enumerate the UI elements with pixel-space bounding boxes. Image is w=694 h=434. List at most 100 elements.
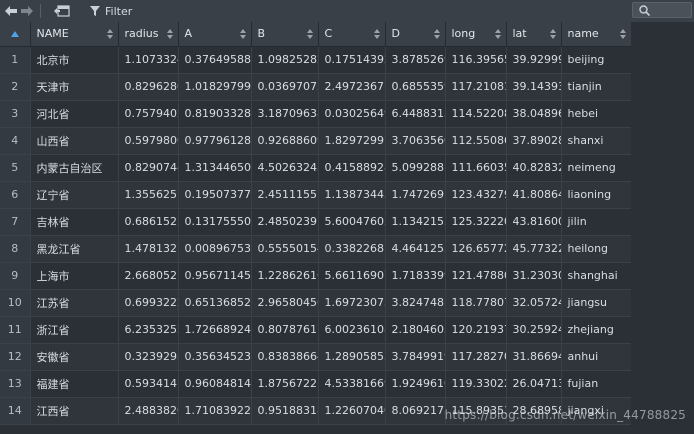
- table-cell[interactable]: 121.47880: [445, 262, 507, 290]
- table-cell[interactable]: 黑龙江省: [30, 235, 119, 263]
- table-cell[interactable]: 31.86694: [506, 343, 562, 371]
- search-box[interactable]: [632, 2, 692, 18]
- table-row[interactable]: 4山西省0.59798000.9779612800.926886091.8297…: [0, 127, 631, 155]
- table-cell[interactable]: 内蒙古自治区: [30, 154, 119, 182]
- table-cell[interactable]: 0.960848145: [178, 370, 252, 398]
- table-cell[interactable]: 1.313446500: [178, 154, 252, 182]
- table-cell[interactable]: 119.33022: [445, 370, 507, 398]
- table-cell[interactable]: 39.14393: [506, 73, 562, 101]
- table-cell[interactable]: 40.82832: [506, 154, 562, 182]
- table-cell[interactable]: beijing: [561, 46, 631, 74]
- table-row[interactable]: 2天津市0.82962801.0182979950.036970732.4972…: [0, 73, 631, 101]
- table-cell[interactable]: 117.21081: [445, 73, 507, 101]
- column-header-3[interactable]: B: [251, 22, 319, 47]
- table-cell[interactable]: jiangxi: [561, 397, 631, 425]
- table-cell[interactable]: 0.6861525: [118, 208, 179, 236]
- table-cell[interactable]: 123.43279: [445, 181, 507, 209]
- table-cell[interactable]: 2.48502391: [251, 208, 319, 236]
- sort-column-corner[interactable]: [0, 22, 31, 47]
- forward-arrow-icon[interactable]: [20, 3, 34, 19]
- table-cell[interactable]: 0.356345230: [178, 343, 252, 371]
- table-cell[interactable]: 0.95188318: [251, 397, 319, 425]
- table-cell[interactable]: 6.00236108: [318, 316, 386, 344]
- column-header-1[interactable]: radius: [118, 22, 179, 47]
- table-cell[interactable]: 0.3239298: [118, 343, 179, 371]
- table-cell[interactable]: 2.1804605: [385, 316, 446, 344]
- table-cell[interactable]: 1.22607040: [318, 397, 386, 425]
- table-cell[interactable]: 45.77322: [506, 235, 562, 263]
- table-cell[interactable]: 3.7063560: [385, 127, 446, 155]
- table-cell[interactable]: 2.6680521: [118, 262, 179, 290]
- table-cell[interactable]: 43.81600: [506, 208, 562, 236]
- table-row[interactable]: 5内蒙古自治区0.82907441.3134465004.502632450.4…: [0, 154, 631, 182]
- table-cell[interactable]: 0.376495888: [178, 46, 252, 74]
- table-cell[interactable]: 38.04896: [506, 100, 562, 128]
- table-cell[interactable]: 1.7472691: [385, 181, 446, 209]
- table-cell[interactable]: 114.52208: [445, 100, 507, 128]
- table-cell[interactable]: 0.83838664: [251, 343, 319, 371]
- table-cell[interactable]: 0.7579402: [118, 100, 179, 128]
- table-cell[interactable]: anhui: [561, 343, 631, 371]
- table-cell[interactable]: 0.5934141: [118, 370, 179, 398]
- table-row[interactable]: 12安徽省0.32392980.3563452300.838386641.289…: [0, 343, 631, 371]
- table-cell[interactable]: 30.25924: [506, 316, 562, 344]
- column-header-0[interactable]: NAME: [30, 22, 119, 47]
- table-cell[interactable]: 1.3556257: [118, 181, 179, 209]
- table-cell[interactable]: 0.819033285: [178, 100, 252, 128]
- table-cell[interactable]: 1.87567221: [251, 370, 319, 398]
- table-cell[interactable]: 0.6855359: [385, 73, 446, 101]
- column-header-6[interactable]: long: [445, 22, 507, 47]
- table-cell[interactable]: 浙江省: [30, 316, 119, 344]
- table-cell[interactable]: 1.726689240: [178, 316, 252, 344]
- table-cell[interactable]: 1.82972997: [318, 127, 386, 155]
- table-cell[interactable]: 41.80864: [506, 181, 562, 209]
- table-cell[interactable]: 126.65772: [445, 235, 507, 263]
- column-header-5[interactable]: D: [385, 22, 446, 47]
- table-cell[interactable]: 37.89028: [506, 127, 562, 155]
- table-cell[interactable]: 5.60047603: [318, 208, 386, 236]
- table-cell[interactable]: 0.80787617: [251, 316, 319, 344]
- table-cell[interactable]: 福建省: [30, 370, 119, 398]
- table-cell[interactable]: 3.18709638: [251, 100, 319, 128]
- table-cell[interactable]: liaoning: [561, 181, 631, 209]
- table-cell[interactable]: 2.4883820: [118, 397, 179, 425]
- table-cell[interactable]: 1.1342155: [385, 208, 446, 236]
- table-cell[interactable]: 1.9249610: [385, 370, 446, 398]
- table-cell[interactable]: 2.49723677: [318, 73, 386, 101]
- table-cell[interactable]: 0.17514392: [318, 46, 386, 74]
- table-row[interactable]: 10江苏省0.69932220.6513685212.965804561.697…: [0, 289, 631, 317]
- table-cell[interactable]: 3.8785269: [385, 46, 446, 74]
- table-cell[interactable]: 111.66035: [445, 154, 507, 182]
- table-cell[interactable]: 吉林省: [30, 208, 119, 236]
- table-cell[interactable]: 3.8247481: [385, 289, 446, 317]
- table-cell[interactable]: 6.4488313: [385, 100, 446, 128]
- table-row[interactable]: 3河北省0.75794020.8190332853.187096380.0302…: [0, 100, 631, 128]
- table-cell[interactable]: 112.55086: [445, 127, 507, 155]
- table-cell[interactable]: jilin: [561, 208, 631, 236]
- table-cell[interactable]: 1.09825282: [251, 46, 319, 74]
- table-cell[interactable]: 1.1073324: [118, 46, 179, 74]
- table-cell[interactable]: 0.41588928: [318, 154, 386, 182]
- column-header-4[interactable]: C: [318, 22, 386, 47]
- table-cell[interactable]: 1.4781327: [118, 235, 179, 263]
- table-cell[interactable]: 0.03025649: [318, 100, 386, 128]
- column-header-8[interactable]: name: [561, 22, 631, 47]
- table-cell[interactable]: 4.4641253: [385, 235, 446, 263]
- search-input[interactable]: [653, 3, 691, 17]
- table-cell[interactable]: 0.977961280: [178, 127, 252, 155]
- table-cell[interactable]: 0.008967534: [178, 235, 252, 263]
- table-cell[interactable]: neimeng: [561, 154, 631, 182]
- table-cell[interactable]: 5.66116907: [318, 262, 386, 290]
- column-header-7[interactable]: lat: [506, 22, 562, 47]
- table-cell[interactable]: 4.53381669: [318, 370, 386, 398]
- table-cell[interactable]: 1.018297995: [178, 73, 252, 101]
- table-cell[interactable]: 0.8290744: [118, 154, 179, 182]
- table-cell[interactable]: 2.45111551: [251, 181, 319, 209]
- table-cell[interactable]: 安徽省: [30, 343, 119, 371]
- table-cell[interactable]: 39.92999: [506, 46, 562, 74]
- table-cell[interactable]: 125.32220: [445, 208, 507, 236]
- table-cell[interactable]: 天津市: [30, 73, 119, 101]
- table-cell[interactable]: 0.956711456: [178, 262, 252, 290]
- table-cell[interactable]: 118.77807: [445, 289, 507, 317]
- table-row[interactable]: 7吉林省0.68615250.1317555032.485023915.6004…: [0, 208, 631, 236]
